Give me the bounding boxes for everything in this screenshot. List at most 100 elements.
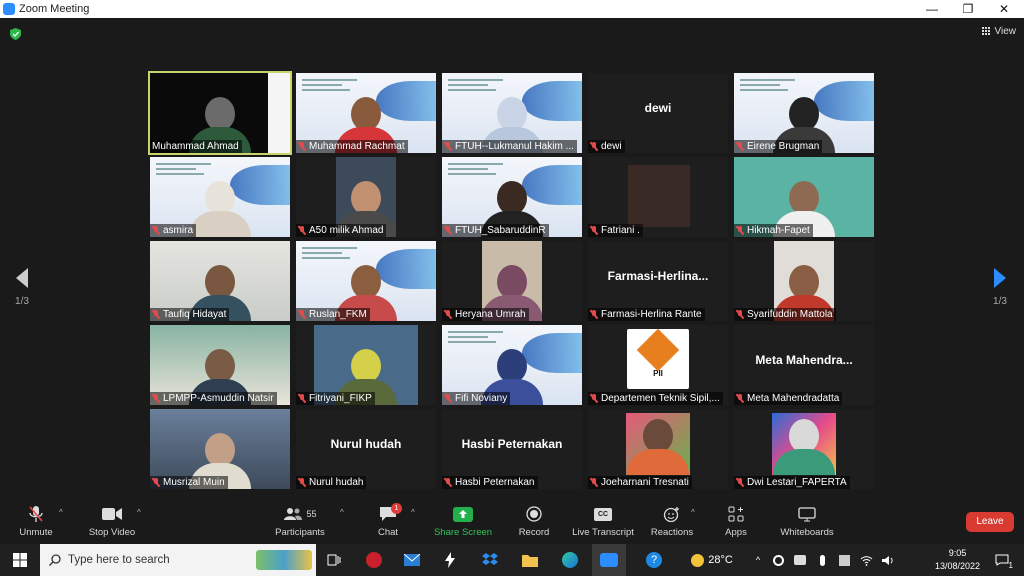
whiteboards-button[interactable]: Whiteboards <box>776 505 838 538</box>
reactions-button[interactable]: Reactions <box>650 505 694 538</box>
participant-name: Muhammad Rachmat <box>309 141 405 152</box>
participant-tile[interactable]: Meta Mahendra... Meta Mahendradatta <box>734 325 874 405</box>
live-transcript-label: Live Transcript <box>572 527 634 538</box>
participant-tile[interactable]: LPMPP-Asmuddin Natsir <box>150 325 290 405</box>
reactions-label: Reactions <box>650 527 694 538</box>
clock-time: 9:05 <box>948 548 967 558</box>
edge-browser-icon <box>562 552 578 568</box>
record-button[interactable]: Record <box>512 505 556 538</box>
tray-app-1[interactable] <box>770 544 786 576</box>
next-page-button[interactable]: 1/3 <box>990 268 1010 307</box>
video-options-caret[interactable]: ^ <box>137 508 141 517</box>
participant-name-label: Taufiq Hidayat <box>150 308 230 321</box>
window-titlebar: Zoom Meeting — ❐ ✕ <box>0 0 1024 18</box>
mic-muted-icon <box>444 478 452 487</box>
taskbar-app-dropbox[interactable] <box>476 544 504 576</box>
taskbar-app-zoom[interactable] <box>592 544 626 576</box>
taskbar-search-box[interactable]: Type here to search <box>40 544 316 576</box>
participant-tile[interactable]: dewi dewi <box>588 73 728 153</box>
participant-name-label: Fifi Noviany <box>442 392 511 405</box>
tray-network[interactable] <box>858 544 874 576</box>
show-hidden-icons-caret[interactable]: ^ <box>750 544 766 576</box>
arrow-right-icon <box>994 268 1006 288</box>
participant-tile[interactable]: Muhammad Rachmat <box>296 73 436 153</box>
participant-display-name: Hasbi Peternakan <box>461 437 563 451</box>
mic-muted-icon <box>444 310 452 319</box>
participant-tile[interactable]: FTUH--Lukmanul Hakim ... <box>442 73 582 153</box>
participant-tile[interactable]: Hikmah-Fapet <box>734 157 874 237</box>
participant-name: Fatriani . <box>601 225 640 236</box>
participant-tile[interactable]: Nurul hudah Nurul hudah <box>296 409 436 489</box>
participant-name-label: Heryana Umrah <box>442 308 529 321</box>
weather-widget[interactable]: 28°C <box>684 544 740 576</box>
mail-icon <box>404 554 420 566</box>
participant-name: FTUH_SabaruddinR <box>455 225 546 236</box>
participants-icon <box>284 508 303 520</box>
close-button[interactable]: ✕ <box>986 0 1022 18</box>
participant-tile[interactable]: Farmasi-Herlina... Farmasi-Herlina Rante <box>588 241 728 321</box>
participant-tile[interactable]: Fitriyani_FIKP <box>296 325 436 405</box>
participant-name-label: Muhammad Rachmat <box>296 140 408 153</box>
taskbar-app-edge[interactable] <box>556 544 584 576</box>
live-transcript-button[interactable]: CC Live Transcript <box>570 505 636 538</box>
participant-video <box>189 181 251 237</box>
participant-display-name: Farmasi-Herlina... <box>607 269 709 283</box>
taskbar-app-mail[interactable] <box>398 544 426 576</box>
participant-tile[interactable]: FTUH_SabaruddinR <box>442 157 582 237</box>
taskbar-app-pdf[interactable] <box>360 544 388 576</box>
cloud-icon <box>794 555 806 565</box>
tray-app-2[interactable] <box>792 544 808 576</box>
participant-tile[interactable]: Syarifuddin Mattola <box>734 241 874 321</box>
leave-button[interactable]: Leave <box>966 512 1014 532</box>
task-view-button[interactable] <box>320 544 348 576</box>
participant-tile[interactable]: Joeharnani Tresnati <box>588 409 728 489</box>
unmute-button[interactable]: Unmute <box>14 505 58 538</box>
stop-video-button[interactable]: Stop Video <box>84 505 140 538</box>
prev-page-button[interactable]: 1/3 <box>12 268 32 307</box>
apps-button[interactable]: Apps <box>716 505 756 538</box>
participant-name-label: Departemen Teknik Sipil,... <box>588 392 723 405</box>
start-button[interactable] <box>0 544 40 576</box>
view-button[interactable]: View <box>981 26 1016 37</box>
maximize-button[interactable]: ❐ <box>950 0 986 18</box>
notification-center-button[interactable]: 1 <box>990 544 1014 576</box>
participant-tile[interactable]: Fatriani . <box>588 157 728 237</box>
minimize-button[interactable]: — <box>914 0 950 18</box>
chat-options-caret[interactable]: ^ <box>411 508 415 517</box>
smiley-plus-icon <box>663 507 679 522</box>
participant-name: Meta Mahendradatta <box>747 393 840 404</box>
taskbar-app-bolt[interactable] <box>436 544 464 576</box>
participant-tile[interactable]: PII Departemen Teknik Sipil,... <box>588 325 728 405</box>
tray-microphone[interactable] <box>814 544 830 576</box>
chat-button[interactable]: 1 Chat <box>368 503 408 538</box>
taskbar-app-explorer[interactable] <box>516 544 544 576</box>
tray-app-3[interactable] <box>836 544 852 576</box>
participant-video <box>773 419 835 475</box>
tray-volume[interactable] <box>880 544 896 576</box>
system-clock[interactable]: 9:05 13/08/2022 <box>935 547 980 573</box>
participant-tile[interactable]: Hasbi Peternakan Hasbi Peternakan <box>442 409 582 489</box>
participant-tile[interactable]: Fifi Noviany <box>442 325 582 405</box>
share-screen-icon <box>453 506 473 522</box>
participant-tile[interactable]: Dwi Lestari_FAPERTA <box>734 409 874 489</box>
participants-options-caret[interactable]: ^ <box>340 508 344 517</box>
share-screen-button[interactable]: Share Screen <box>432 505 494 538</box>
participant-tile[interactable]: A50 milik Ahmad <box>296 157 436 237</box>
participant-name: asmira <box>163 225 194 236</box>
participant-tile[interactable]: Taufiq Hidayat <box>150 241 290 321</box>
participant-tile[interactable]: Muhammad Ahmad <box>148 71 292 155</box>
participant-display-name: dewi <box>644 101 672 115</box>
encryption-shield-icon[interactable] <box>10 28 21 40</box>
weather-temp: 28°C <box>708 554 733 566</box>
mic-muted-icon <box>29 506 43 522</box>
participant-tile[interactable]: Heryana Umrah <box>442 241 582 321</box>
taskbar-app-help[interactable]: ? <box>640 544 668 576</box>
participant-tile[interactable]: Musrizal Muin <box>150 409 290 489</box>
participant-name-label: Joeharnani Tresnati <box>588 476 692 489</box>
participant-tile[interactable]: asmira <box>150 157 290 237</box>
participant-tile[interactable]: Eirene Brugman <box>734 73 874 153</box>
participant-tile[interactable]: Ruslan_FKM <box>296 241 436 321</box>
participants-button[interactable]: 55 Participants <box>272 505 328 538</box>
audio-options-caret[interactable]: ^ <box>59 508 63 517</box>
reactions-options-caret[interactable]: ^ <box>691 508 695 517</box>
